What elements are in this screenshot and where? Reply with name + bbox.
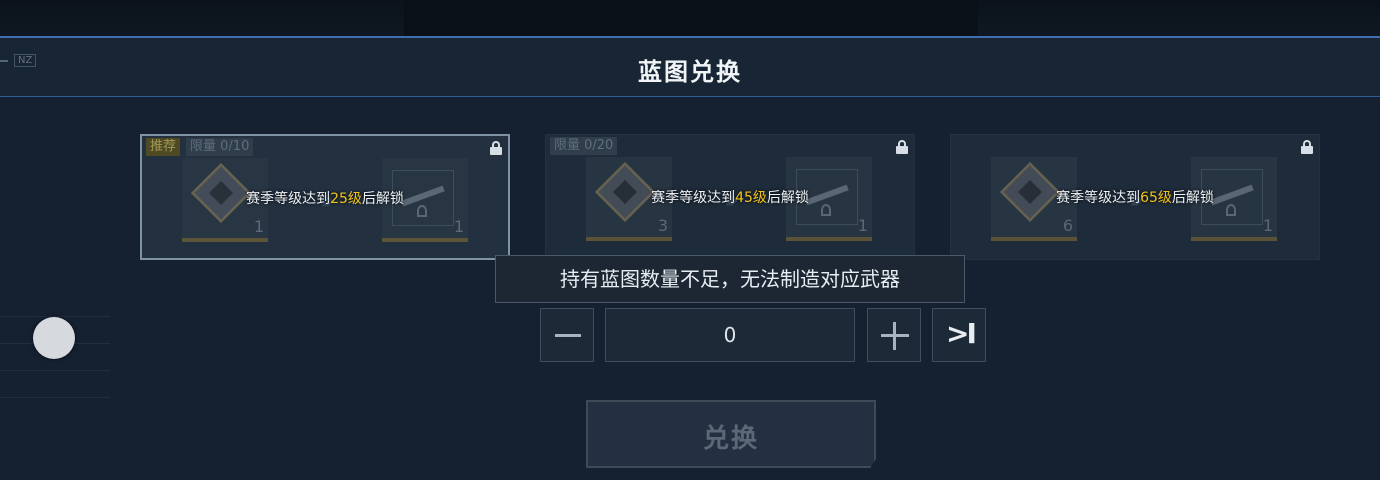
exchange-button[interactable]: 兑换	[586, 400, 876, 468]
blueprint-card-2[interactable]: 限量 0/20 3 ››› 1 赛季等级达到45级后解锁	[545, 134, 915, 260]
slot-bar	[991, 237, 1077, 241]
card-badges: 推荐 限量 0/10	[146, 138, 254, 156]
increase-button[interactable]	[867, 308, 921, 362]
unlock-level: 25级	[330, 191, 362, 207]
quantity-input[interactable]: 0	[605, 308, 855, 362]
unlock-text: 赛季等级达到45级后解锁	[546, 187, 914, 207]
joystick[interactable]	[33, 317, 75, 359]
input-count: 6	[1062, 216, 1073, 235]
insufficient-tooltip: 持有蓝图数量不足，无法制造对应武器	[495, 255, 965, 303]
unlock-prefix: 赛季等级达到	[651, 190, 736, 206]
unlock-level: 65级	[1140, 190, 1172, 206]
minus-icon	[555, 334, 581, 337]
slot-bar	[1191, 237, 1277, 241]
limit-badge: 限量 0/20	[550, 137, 618, 155]
lock-icon	[490, 141, 502, 155]
header: NZ 蓝图兑换	[0, 36, 1380, 97]
limit-badge: 限量 0/10	[186, 138, 254, 156]
slot-bar	[382, 238, 468, 242]
unlock-text: 赛季等级达到65级后解锁	[951, 187, 1319, 207]
unlock-suffix: 后解锁	[361, 191, 404, 207]
lock-icon	[1301, 140, 1313, 154]
recommend-badge: 推荐	[146, 138, 181, 156]
slot-bar	[586, 237, 672, 241]
decrease-button[interactable]	[540, 308, 594, 362]
slot-bar	[786, 237, 872, 241]
output-count: 1	[1262, 216, 1273, 235]
unlock-prefix: 赛季等级达到	[246, 191, 331, 207]
unlock-level: 45级	[735, 190, 767, 206]
unlock-suffix: 后解锁	[1171, 190, 1214, 206]
lock-icon	[896, 140, 908, 154]
input-count: 1	[253, 217, 264, 236]
top-bar-center	[404, 0, 978, 36]
page-title: 蓝图兑换	[638, 58, 742, 86]
unlock-text: 赛季等级达到25级后解锁	[142, 188, 508, 208]
slot-bar	[182, 238, 268, 242]
card-badges: 限量 0/20	[550, 137, 618, 155]
exchange-button-label: 兑换	[702, 424, 759, 454]
max-button[interactable]: >I	[932, 308, 986, 362]
blueprint-card-1[interactable]: 推荐 限量 0/10 1 ››› 1 赛季等级达到25级后解锁	[140, 134, 510, 260]
blueprint-card-3[interactable]: 6 ››› 1 赛季等级达到65级后解锁	[950, 134, 1320, 260]
max-icon: >I	[946, 317, 977, 350]
unlock-prefix: 赛季等级达到	[1056, 190, 1141, 206]
unlock-suffix: 后解锁	[766, 190, 809, 206]
input-count: 3	[657, 216, 668, 235]
output-count: 1	[453, 217, 464, 236]
output-count: 1	[857, 216, 868, 235]
